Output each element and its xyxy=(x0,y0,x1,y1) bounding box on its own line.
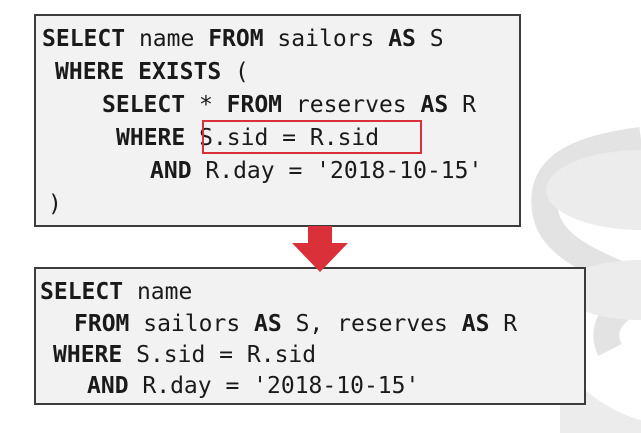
down-arrow-icon xyxy=(292,226,348,272)
